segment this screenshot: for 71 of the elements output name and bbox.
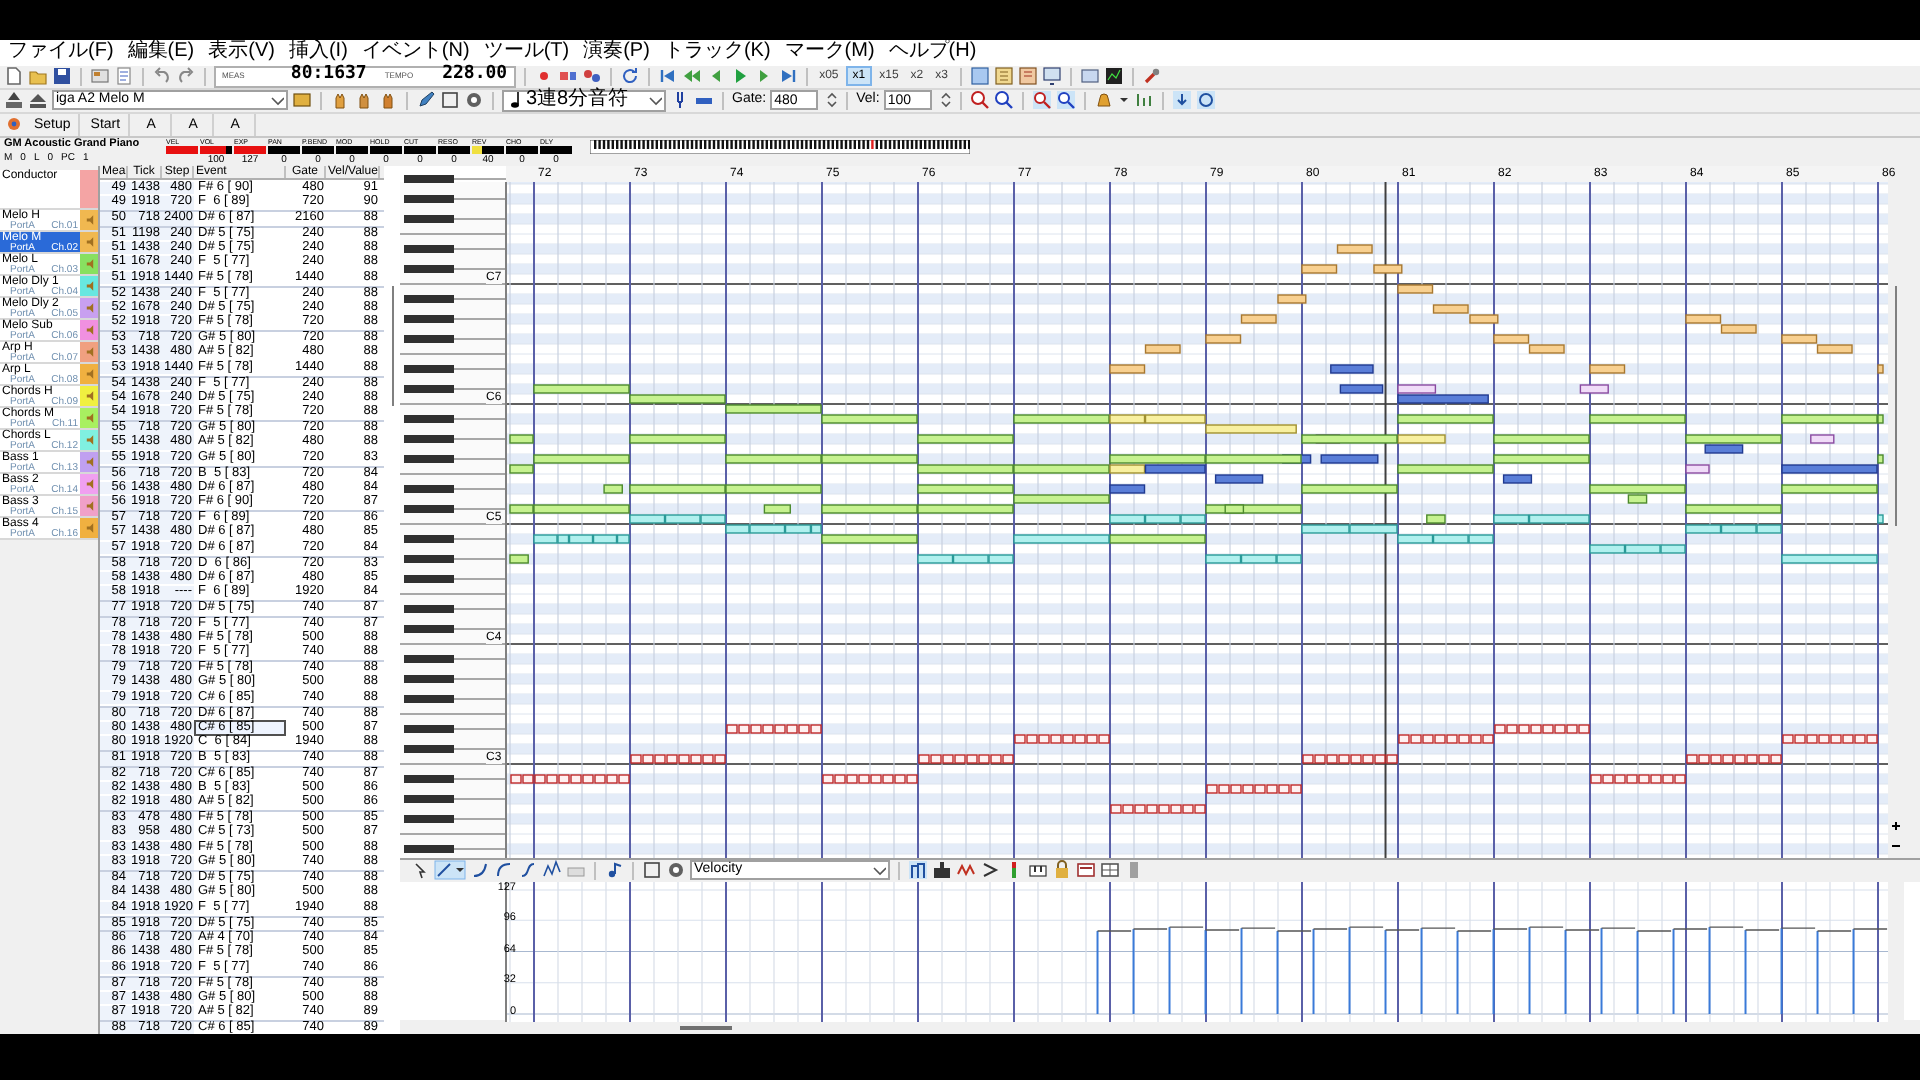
scrollbar-thumb[interactable]: [391, 286, 393, 406]
velocity-bars-drawing[interactable]: [1096, 925, 1888, 1015]
menu-item[interactable]: イベント(N): [361, 42, 470, 63]
menu-item[interactable]: 編集(E): [127, 42, 195, 63]
note-icon: [506, 90, 522, 111]
cursor-icon[interactable]: [410, 860, 430, 881]
monitor-icon[interactable]: [1041, 66, 1062, 87]
skip-start-icon[interactable]: [657, 66, 678, 87]
s-curve-icon[interactable]: [518, 860, 538, 881]
card-icon[interactable]: [1076, 860, 1096, 881]
loop-icon[interactable]: [1195, 90, 1216, 111]
eject-icon[interactable]: [28, 90, 48, 111]
menu-item[interactable]: ファイル(F): [8, 42, 114, 63]
bars-icon[interactable]: [1133, 90, 1154, 111]
meter[interactable]: [472, 145, 504, 154]
note-length-dropdown[interactable]: 3連8分音符: [502, 89, 666, 112]
gear-icon[interactable]: [4, 114, 24, 135]
piano-keyboard-drawing[interactable]: [400, 175, 507, 858]
menu-item[interactable]: マーク(M): [784, 42, 875, 63]
menu-item[interactable]: ツール(T): [483, 42, 570, 63]
greater-than-icon[interactable]: [980, 860, 1000, 881]
zoom-out-icon[interactable]: [993, 90, 1014, 111]
menu-item[interactable]: 挿入(I): [288, 42, 348, 63]
meter[interactable]: [370, 145, 402, 154]
zoom-in-icon[interactable]: [1031, 90, 1052, 111]
scrollbar-thumb[interactable]: [680, 1025, 732, 1030]
curve-icon[interactable]: [494, 860, 514, 881]
curve-icon[interactable]: [470, 860, 490, 881]
meter[interactable]: [336, 145, 368, 154]
spinner-icon[interactable]: [822, 90, 839, 111]
grid-icon[interactable]: [1100, 860, 1120, 881]
refresh-icon[interactable]: [619, 66, 640, 87]
midi-notes-drawing[interactable]: [509, 244, 1884, 814]
tempo-value: 228.00: [440, 62, 508, 89]
spinner-icon[interactable]: [935, 90, 952, 111]
menu-item[interactable]: 表示(V): [208, 42, 275, 63]
measure-position: 80:1637: [288, 62, 367, 89]
selection-box-icon[interactable]: [440, 90, 460, 111]
download-icon[interactable]: [1171, 90, 1192, 111]
eraser-icon[interactable]: [666, 860, 686, 881]
line-tool-icon[interactable]: [434, 860, 466, 881]
menu-item[interactable]: トラック(K): [663, 42, 771, 63]
bell-icon[interactable]: [1093, 90, 1114, 111]
graph-window-icon[interactable]: [1103, 66, 1124, 87]
zoom-out-icon[interactable]: [1055, 90, 1076, 111]
zoom-in-icon[interactable]: [969, 90, 990, 111]
meter[interactable]: [404, 145, 436, 154]
meter[interactable]: [540, 145, 572, 154]
properties-icon[interactable]: [90, 66, 110, 87]
meter[interactable]: [506, 145, 538, 154]
upload-icon[interactable]: [4, 90, 24, 111]
wave-icon[interactable]: [956, 860, 976, 881]
save-icon[interactable]: [52, 66, 72, 87]
bar-graph-icon[interactable]: [908, 860, 928, 881]
undo-icon[interactable]: [152, 66, 172, 87]
meter[interactable]: [438, 145, 470, 154]
lock-icon[interactable]: [1052, 860, 1072, 881]
meter[interactable]: [200, 145, 232, 154]
redo-icon[interactable]: [176, 66, 196, 87]
menu-item[interactable]: 演奏(P): [583, 42, 650, 63]
skip-end-icon[interactable]: [777, 66, 798, 87]
meter[interactable]: [302, 145, 334, 154]
note-link-icon[interactable]: [604, 860, 624, 881]
menu-item[interactable]: ヘルプ(H): [888, 42, 977, 63]
new-file-icon[interactable]: [4, 66, 24, 87]
pencil-icon[interactable]: [416, 90, 436, 111]
random-line-icon[interactable]: [542, 860, 562, 881]
wrench-icon[interactable]: [1141, 66, 1162, 87]
selection-box-icon[interactable]: [642, 860, 662, 881]
eraser-icon[interactable]: [464, 90, 484, 111]
meter[interactable]: [268, 145, 300, 154]
